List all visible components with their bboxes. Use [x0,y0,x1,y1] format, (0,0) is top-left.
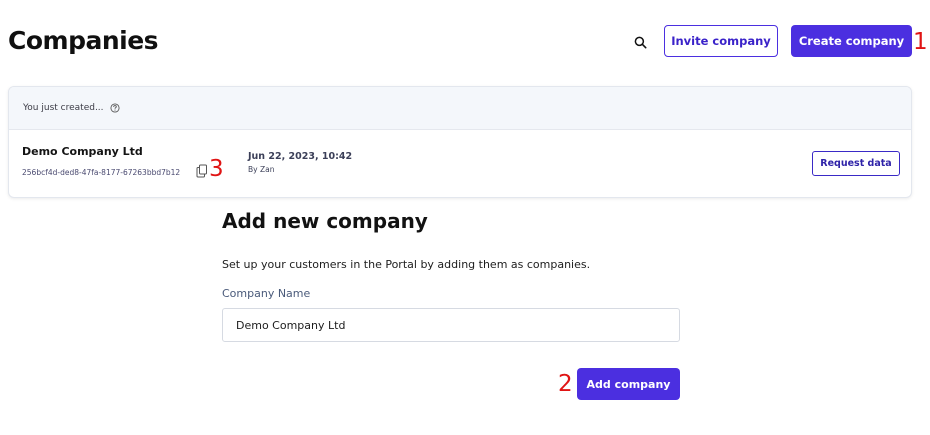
invite-company-button[interactable]: Invite company [664,25,778,57]
copy-id-button[interactable] [196,163,208,178]
search-button[interactable] [629,31,651,53]
form-description: Set up your customers in the Portal by a… [222,258,591,271]
request-data-button[interactable]: Request data [812,151,900,176]
created-by: By Zan [248,165,275,174]
recently-created-card: You just created... Demo Company Ltd 256… [8,86,912,198]
company-name-input[interactable] [222,308,680,342]
search-icon [634,36,646,48]
company-id: 256bcf4d-ded8-47fa-8177-67263bbd7b12 [22,168,181,177]
annotation-2: 2 [558,371,573,397]
page-title: Companies [8,26,159,55]
copy-icon [196,164,207,178]
recently-created-label: You just created... [23,103,104,113]
create-company-button[interactable]: Create company [791,25,912,57]
form-title: Add new company [222,209,428,233]
annotation-3: 3 [209,156,224,182]
help-circle-icon[interactable] [109,103,120,113]
recently-created-header: You just created... [9,87,911,130]
annotation-1: 1 [913,29,928,55]
company-name: Demo Company Ltd [22,145,143,158]
created-date: Jun 22, 2023, 10:42 [248,151,353,162]
company-name-label: Company Name [222,287,311,300]
add-company-button[interactable]: Add company [577,368,680,400]
